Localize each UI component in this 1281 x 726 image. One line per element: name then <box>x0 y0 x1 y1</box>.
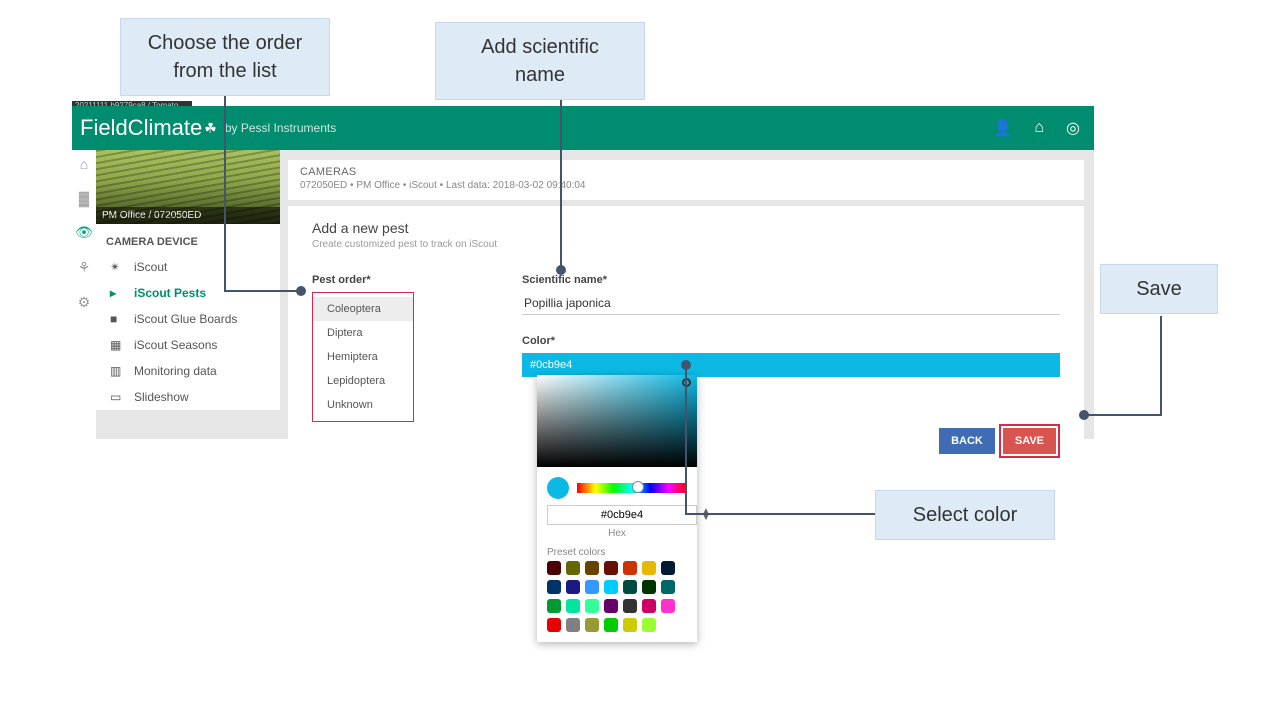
preset-swatch[interactable] <box>547 561 561 575</box>
bars-icon: ▥ <box>110 364 124 378</box>
pest-order-label: Pest order* <box>312 274 502 286</box>
board-icon: ■ <box>110 312 124 326</box>
sidebar-item-glue-boards[interactable]: ■iScout Glue Boards <box>96 306 280 332</box>
preset-swatch[interactable] <box>547 618 561 632</box>
preset-swatch[interactable] <box>661 580 675 594</box>
sidebar-item-monitoring[interactable]: ▥Monitoring data <box>96 358 280 384</box>
preset-swatch[interactable] <box>661 561 675 575</box>
save-button[interactable]: SAVE <box>1003 428 1056 454</box>
sidepanel: PM Office / 072050ED CAMERA DEVICE ✴iSco… <box>96 150 280 410</box>
form-buttons: BACK SAVE <box>939 424 1060 458</box>
preset-label: Preset colors <box>537 539 697 561</box>
preset-swatch[interactable] <box>566 561 580 575</box>
preset-grid <box>537 561 697 632</box>
preset-swatch[interactable] <box>566 618 580 632</box>
preset-swatch[interactable] <box>642 561 656 575</box>
scientific-name-label: Scientific name* <box>522 274 1060 286</box>
callout-name: Add scientific name <box>435 22 645 100</box>
rail-gear-icon[interactable]: ⚙ <box>78 294 91 311</box>
color-picker: ▲▼ Hex Preset colors <box>537 375 697 642</box>
rail-home-icon[interactable]: ⌂ <box>80 156 88 172</box>
section-sub: Create customized pest to track on iScou… <box>312 239 1060 250</box>
preset-swatch[interactable] <box>585 599 599 613</box>
preset-swatch[interactable] <box>585 580 599 594</box>
preset-swatch[interactable] <box>604 618 618 632</box>
preset-swatch[interactable] <box>623 580 637 594</box>
home-icon[interactable]: ⌂ <box>1034 119 1044 137</box>
saturation-panel[interactable] <box>537 375 697 467</box>
order-hemiptera[interactable]: Hemiptera <box>313 345 413 369</box>
broadcast-icon[interactable]: ◎ <box>1066 118 1080 138</box>
preset-swatch[interactable] <box>642 618 656 632</box>
hex-input[interactable] <box>547 505 697 525</box>
content-heading: CAMERAS <box>300 166 1072 178</box>
hue-cursor[interactable] <box>632 481 644 493</box>
left-rail: ⌂ ▓ 👁 ⚘ ⚙ <box>72 150 96 439</box>
topbar-icons: 👤 ⌂ ◎ <box>992 118 1080 138</box>
section-title: Add a new pest <box>312 220 1060 236</box>
preset-swatch[interactable] <box>642 599 656 613</box>
sidebar-item-seasons[interactable]: ▦iScout Seasons <box>96 332 280 358</box>
current-swatch <box>547 477 569 499</box>
order-lepidoptera[interactable]: Lepidoptera <box>313 369 413 393</box>
order-coleoptera[interactable]: Coleoptera <box>313 297 413 321</box>
hue-slider[interactable] <box>577 483 687 493</box>
callout-save: Save <box>1100 264 1218 314</box>
user-icon[interactable]: 👤 <box>992 118 1012 138</box>
preset-swatch[interactable] <box>661 599 675 613</box>
sublogo: by Pessl Instruments <box>225 121 336 135</box>
preset-swatch[interactable] <box>566 599 580 613</box>
bug-icon: ✴ <box>110 260 124 274</box>
preset-swatch[interactable] <box>623 561 637 575</box>
callout-order: Choose the order from the list <box>120 18 330 96</box>
callout-color: Select color <box>875 490 1055 540</box>
back-button[interactable]: BACK <box>939 428 995 454</box>
sidebar-item-iscout[interactable]: ✴iScout <box>96 254 280 280</box>
scientific-name-input[interactable] <box>522 292 1060 315</box>
calendar-icon: ▦ <box>110 338 124 352</box>
tag-icon: ▸ <box>110 286 124 300</box>
preset-swatch[interactable] <box>604 599 618 613</box>
preset-swatch[interactable] <box>585 618 599 632</box>
preset-swatch[interactable] <box>623 599 637 613</box>
preset-swatch[interactable] <box>642 580 656 594</box>
rail-chart-icon[interactable]: ▓ <box>79 190 89 206</box>
hex-spinner[interactable]: ▲▼ <box>701 509 711 521</box>
color-label: Color* <box>522 335 1060 347</box>
rail-eye-icon[interactable]: 👁 <box>75 224 93 241</box>
leaf-icon: ☘ <box>204 120 217 137</box>
sidepanel-title: CAMERA DEVICE <box>96 224 280 254</box>
sidebar-item-slideshow[interactable]: ▭Slideshow <box>96 384 280 410</box>
sidebar-item-iscout-pests[interactable]: ▸iScout Pests <box>96 280 280 306</box>
preset-swatch[interactable] <box>604 580 618 594</box>
preset-swatch[interactable] <box>585 561 599 575</box>
logo: FieldClimate☘ <box>80 115 217 141</box>
content-meta: 072050ED • PM Office • iScout • Last dat… <box>300 180 1072 191</box>
rail-plant-icon[interactable]: ⚘ <box>78 259 91 276</box>
slideshow-icon: ▭ <box>110 390 124 404</box>
order-unknown[interactable]: Unknown <box>313 393 413 417</box>
field-thumbnail: PM Office / 072050ED <box>96 150 280 224</box>
save-highlight: SAVE <box>999 424 1060 458</box>
hex-label: Hex <box>537 528 697 539</box>
order-diptera[interactable]: Diptera <box>313 321 413 345</box>
pest-order-list[interactable]: Coleoptera Diptera Hemiptera Lepidoptera… <box>312 292 414 422</box>
preset-swatch[interactable] <box>604 561 618 575</box>
preset-swatch[interactable] <box>547 580 561 594</box>
content-header: CAMERAS 072050ED • PM Office • iScout • … <box>288 160 1084 200</box>
preset-swatch[interactable] <box>566 580 580 594</box>
preset-swatch[interactable] <box>547 599 561 613</box>
color-field[interactable]: #0cb9e4 <box>522 353 1060 377</box>
preset-swatch[interactable] <box>623 618 637 632</box>
field-caption: PM Office / 072050ED <box>96 207 280 224</box>
